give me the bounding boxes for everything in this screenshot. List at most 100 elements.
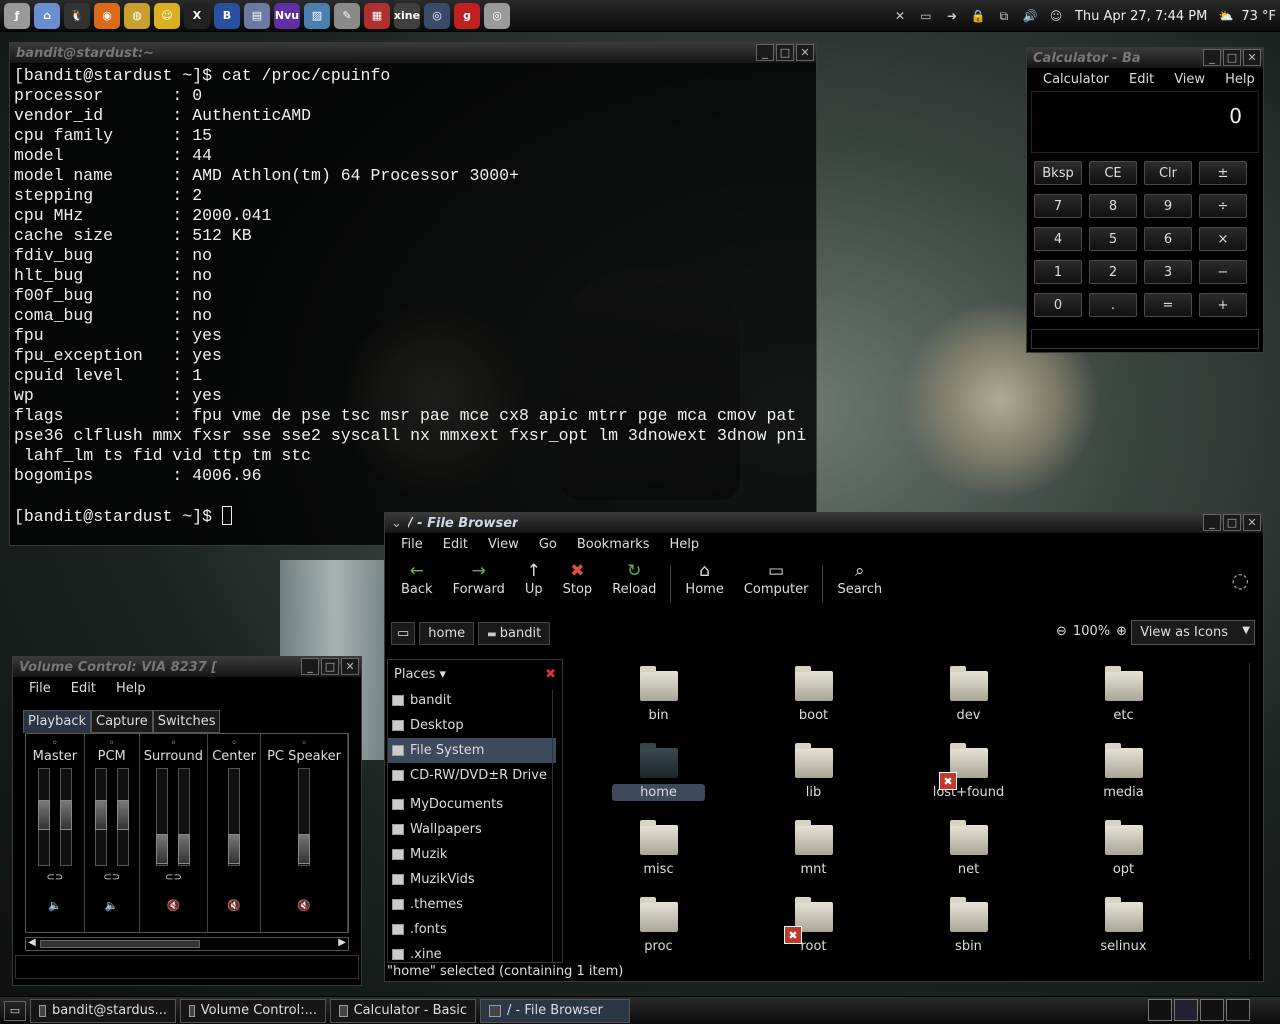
minimize-button[interactable]: _ [1203, 514, 1221, 531]
calc-key-button[interactable]: 1 [1034, 260, 1082, 284]
taskbar-button[interactable]: Calculator - Basic [330, 998, 476, 1023]
slider-handle[interactable] [59, 799, 72, 830]
volume-slider[interactable] [178, 768, 191, 866]
file-browser-menu-file[interactable]: File [393, 537, 431, 552]
slider-handle[interactable] [178, 833, 191, 864]
taskbar-button[interactable]: / - File Browser [480, 998, 630, 1023]
workspace-1[interactable] [1148, 999, 1172, 1021]
slider-handle[interactable] [94, 799, 107, 830]
calc-key-button[interactable]: Clr [1144, 161, 1192, 185]
places-dropdown[interactable]: Places ▾ [394, 667, 446, 682]
globe-icon[interactable]: ◍ [124, 2, 150, 29]
clock[interactable]: Thu Apr 27, 7:44 PM [1075, 9, 1207, 24]
terminal-output[interactable]: [bandit@stardust ~]$ cat /proc/cpuinfo pr… [10, 63, 816, 529]
bitchx-icon[interactable]: B [214, 2, 240, 29]
calc-key-button[interactable]: 3 [1144, 260, 1192, 284]
grip-icon[interactable]: g [454, 2, 480, 29]
slider-handle[interactable] [116, 799, 129, 830]
volume-control-window[interactable]: Volume Control: VIA 8237 [ _ □ ✕ File Edi… [12, 656, 362, 986]
minimize-button[interactable]: _ [756, 44, 774, 61]
weather-temp[interactable]: 73 °F [1241, 9, 1276, 24]
gaim-tray-icon[interactable]: ☺ [1045, 5, 1067, 27]
places-scrollbar[interactable] [552, 690, 562, 962]
place-item[interactable]: MyDocuments [388, 792, 556, 817]
maximize-button[interactable]: □ [321, 658, 339, 675]
file-browser-menu-help[interactable]: Help [661, 537, 707, 552]
calc-key-button[interactable]: Bksp [1034, 161, 1082, 185]
place-item[interactable]: .fonts [388, 917, 556, 942]
volume-slider[interactable] [116, 768, 129, 866]
calc-key-button[interactable]: CE [1089, 161, 1137, 185]
close-button[interactable]: ✕ [1243, 514, 1261, 531]
close-button[interactable]: ✕ [341, 658, 359, 675]
calculator-menu-calculator[interactable]: Calculator [1035, 72, 1117, 87]
cd-icon[interactable]: ◎ [484, 2, 510, 29]
xine-icon[interactable]: xine [394, 2, 420, 29]
folder-item[interactable]: dev [891, 666, 1046, 744]
muted-speaker-icon[interactable]: 🔇 [227, 899, 241, 912]
calculator-titlebar[interactable]: Calculator - Ba _ □ ✕ [1027, 48, 1263, 68]
calculator-window[interactable]: Calculator - Ba _ □ ✕ Calculator Edit View… [1026, 47, 1264, 353]
file-browser-menu-view[interactable]: View [480, 537, 527, 552]
place-item[interactable]: Wallpapers [388, 817, 556, 842]
folder-item[interactable]: sbin [891, 897, 1046, 963]
volume-menu-file[interactable]: File [21, 681, 59, 696]
xmms-icon[interactable]: ◎ [424, 2, 450, 29]
place-item[interactable]: MuzikVids [388, 867, 556, 892]
search-button[interactable]: ⌕ Search [827, 558, 892, 599]
forward-button[interactable]: → Forward [443, 558, 515, 599]
speaker-icon[interactable]: 🔈 [105, 899, 119, 912]
xchat-icon[interactable]: X [184, 2, 210, 29]
nvu-icon[interactable]: Nvu [274, 2, 300, 29]
calc-key-button[interactable]: ± [1199, 161, 1247, 185]
stop-button[interactable]: ✖ Stop [553, 558, 603, 599]
file-browser-titlebar[interactable]: ⌄ / - File Browser _ □ ✕ [385, 513, 1263, 533]
weather-icon[interactable]: ⛅ [1215, 5, 1237, 27]
file-browser-menu-edit[interactable]: Edit [435, 537, 476, 552]
folder-item[interactable]: media [1046, 743, 1201, 821]
lock-channels-icon[interactable]: ⊂⊃ [165, 872, 182, 883]
folder-item[interactable]: boot [736, 666, 891, 744]
breadcrumb-bandit[interactable]: ▬ bandit [478, 621, 551, 645]
calc-key-button[interactable]: 6 [1144, 227, 1192, 251]
computer-button[interactable]: ▭ Computer [734, 558, 819, 599]
folder-item[interactable]: net [891, 820, 1046, 898]
close-button[interactable]: ✕ [1243, 49, 1261, 66]
folder-item[interactable]: ✖ root [736, 897, 891, 963]
minimize-button[interactable]: _ [301, 658, 319, 675]
monitor-icon[interactable]: ▭ [915, 5, 937, 27]
place-item[interactable]: File System [388, 738, 556, 763]
terminal-titlebar[interactable]: bandit@stardust:~ _ □ ✕ [10, 43, 816, 63]
foot-menu-icon[interactable]: ƒ [4, 2, 30, 29]
image-icon[interactable]: ▨ [304, 2, 330, 29]
place-item[interactable]: Muzik [388, 842, 556, 867]
close-sidebar-icon[interactable]: ✖ [545, 667, 556, 682]
maximize-button[interactable]: □ [776, 44, 794, 61]
location-toggle-button[interactable]: ▭ [391, 621, 416, 645]
up-button[interactable]: ↑ Up [515, 558, 553, 599]
folder-item[interactable]: opt [1046, 820, 1201, 898]
logout-icon[interactable]: ➜ [941, 5, 963, 27]
volume-icon[interactable]: 🔊 [1019, 5, 1041, 27]
terminal-window[interactable]: bandit@stardust:~ _ □ ✕ [bandit@stardust… [9, 42, 817, 546]
gedit-icon[interactable]: ▤ [244, 2, 270, 29]
calc-key-button[interactable]: × [1199, 227, 1247, 251]
window-menu-icon[interactable]: ⌄ [391, 516, 402, 531]
tab-switches[interactable]: Switches [152, 710, 221, 733]
place-item[interactable]: Desktop [388, 713, 556, 738]
close-button[interactable]: ✕ [796, 44, 814, 61]
calc-key-button[interactable]: ÷ [1199, 194, 1247, 218]
folder-item[interactable]: mnt [736, 820, 891, 898]
folder-item[interactable]: ✖ lost+found [891, 743, 1046, 821]
calc-key-button[interactable]: − [1199, 260, 1247, 284]
zoom-in-icon[interactable]: ⊕ [1116, 624, 1127, 639]
view-as-select[interactable]: View as Icons ▼ [1131, 620, 1255, 645]
volume-slider[interactable] [94, 768, 107, 866]
tux-icon[interactable]: 🐧 [64, 2, 90, 29]
calculator-menu-help[interactable]: Help [1217, 72, 1263, 87]
calculator-menu-edit[interactable]: Edit [1121, 72, 1162, 87]
taskbar-button[interactable]: bandit@stardus... [30, 998, 176, 1023]
folder-item[interactable]: selinux [1046, 897, 1201, 963]
slider-handle[interactable] [228, 833, 241, 864]
folder-item[interactable]: home [581, 743, 736, 821]
